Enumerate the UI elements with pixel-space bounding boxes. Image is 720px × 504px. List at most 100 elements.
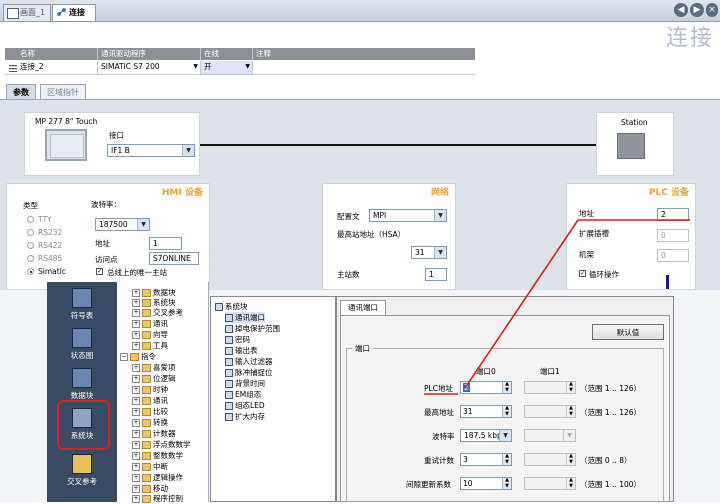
- access-point-input[interactable]: S7ONLINE: [149, 252, 199, 265]
- driver-select[interactable]: SIMATIC S7 200 ▼: [97, 61, 200, 74]
- nav-symbol-table[interactable]: 符号表: [57, 288, 107, 321]
- tree-item[interactable]: + 计数器: [132, 428, 176, 439]
- chevron-down-icon[interactable]: ▼: [434, 247, 446, 258]
- list-item[interactable]: EM组态: [225, 389, 261, 400]
- chevron-down-icon[interactable]: ▼: [182, 145, 194, 156]
- port1-gap-factor-spinner[interactable]: ▲ ▼: [524, 477, 576, 490]
- only-master-label: 总线上的唯一主站: [107, 268, 167, 277]
- tree-item[interactable]: − 指令: [120, 351, 156, 362]
- range-text: （范围 1 .. 126）: [580, 408, 642, 417]
- address-label: 地址: [95, 239, 110, 248]
- only-master-checkbox[interactable]: ✓: [96, 268, 103, 275]
- nav-cross-reference[interactable]: 交叉参考: [57, 454, 107, 487]
- tree-item[interactable]: + 时钟: [132, 384, 168, 395]
- spinner-arrows-icon: ▲ ▼: [502, 381, 511, 393]
- instruction-tree: + 数据块 + 系统块 + 交叉参考 + 通讯 + 向导 + 工具 − 指令 + 喜爱项 + 位逻…: [117, 282, 209, 504]
- connection-name-cell[interactable]: 连接_2: [17, 61, 97, 74]
- type-radio-tty[interactable]: [27, 216, 34, 223]
- nav-forward-icon[interactable]: ▶: [690, 3, 704, 17]
- plc-device-icon: [617, 133, 645, 159]
- tab-area-pointer[interactable]: 区域指针: [40, 84, 86, 99]
- baud-select[interactable]: 187500 ▼: [95, 218, 150, 231]
- port1-baud-select[interactable]: ▼: [524, 429, 576, 442]
- online-select[interactable]: 开 ▼: [200, 61, 252, 74]
- port0-gap-factor-spinner[interactable]: 10 ▲ ▼: [460, 477, 512, 490]
- column-header-online[interactable]: 在线: [200, 48, 252, 60]
- nav-status-chart[interactable]: 状态图: [57, 328, 107, 361]
- type-label-rs485: RS485: [38, 254, 63, 263]
- tab-parameters[interactable]: 参数: [6, 84, 36, 99]
- tree-item[interactable]: + 转换: [132, 417, 168, 428]
- tree-item[interactable]: + 通讯: [132, 318, 168, 329]
- rack-input[interactable]: 0: [657, 249, 689, 262]
- port1-plc-address-spinner[interactable]: ▲ ▼: [524, 381, 576, 394]
- tree-item[interactable]: + 位逻辑: [132, 373, 176, 384]
- type-radio-simatic[interactable]: [27, 268, 34, 275]
- type-radio-rs232[interactable]: [27, 229, 34, 236]
- profile-label: 配置文: [337, 212, 360, 221]
- interface-select[interactable]: IF1 B ▼: [107, 144, 195, 157]
- cyclic-operation-checkbox[interactable]: ✓: [579, 270, 586, 277]
- chevron-down-icon: ▼: [563, 430, 575, 441]
- tree-item[interactable]: + 交叉参考: [132, 307, 183, 318]
- tree-item[interactable]: + 浮点数数学: [132, 439, 191, 450]
- network-line: [200, 144, 596, 146]
- list-item[interactable]: 脉冲捕捉位: [225, 367, 273, 378]
- ext-slot-input[interactable]: 0: [657, 229, 689, 242]
- port0-max-address-spinner[interactable]: 31 ▲ ▼: [460, 405, 512, 418]
- list-item-comm-port[interactable]: 通讯端口: [225, 312, 265, 323]
- chevron-down-icon[interactable]: ▼: [137, 219, 149, 230]
- default-values-button[interactable]: 默认值: [592, 324, 664, 340]
- list-item[interactable]: 密码: [225, 334, 250, 345]
- tree-item[interactable]: + 整数数学: [132, 450, 183, 461]
- connection-table-header: 名称 通讯驱动程序 在线 注释: [5, 48, 475, 60]
- tree-item[interactable]: + 喜爱项: [132, 362, 176, 373]
- port0-retry-spinner[interactable]: 3 ▲ ▼: [460, 453, 512, 466]
- nav-data-block[interactable]: 数据块: [57, 368, 107, 401]
- tab-screen-1[interactable]: 画面_1: [3, 4, 51, 21]
- tree-item[interactable]: + 向导: [132, 329, 168, 340]
- port1-max-address-spinner[interactable]: ▲ ▼: [524, 405, 576, 418]
- master-count-input[interactable]: 1: [425, 268, 447, 281]
- port0-baud-select[interactable]: 187.5 kbps ▼: [460, 429, 512, 442]
- tree-item[interactable]: + 逻辑操作: [132, 472, 183, 483]
- nav-back-icon[interactable]: ◀: [674, 3, 688, 17]
- hsa-select[interactable]: 31 ▼: [411, 246, 447, 259]
- list-item[interactable]: 掉电保护范围: [225, 323, 280, 334]
- plc-address-input[interactable]: 2: [657, 208, 689, 221]
- tab-connections[interactable]: 连接: [52, 4, 96, 21]
- highlight-rectangle: [57, 400, 110, 450]
- ext-slot-label: 扩展插槽: [579, 229, 609, 238]
- table-row[interactable]: 连接_2 SIMATIC S7 200 ▼ 开 ▼: [5, 61, 475, 75]
- tab-comm-port[interactable]: 通讯端口: [340, 300, 386, 315]
- column-header-driver[interactable]: 通讯驱动程序: [97, 48, 200, 60]
- type-radio-rs422[interactable]: [27, 242, 34, 249]
- spinner-arrows-icon: ▲ ▼: [502, 453, 511, 465]
- column-header-name[interactable]: 名称: [17, 48, 97, 60]
- list-item[interactable]: 组态LED: [225, 400, 265, 411]
- tree-item[interactable]: + 中断: [132, 461, 168, 472]
- profile-select[interactable]: MPI ▼: [369, 209, 447, 222]
- list-item[interactable]: 扩大内存: [225, 411, 265, 422]
- spinner-arrows-icon: ▲ ▼: [566, 381, 575, 393]
- baud-label: 波特率：: [91, 200, 121, 209]
- tree-item[interactable]: + 程序控制: [132, 493, 183, 504]
- port0-plc-address-spinner[interactable]: 2 ▲ ▼: [460, 381, 512, 394]
- type-radio-rs485[interactable]: [27, 255, 34, 262]
- tree-item[interactable]: + 工具: [132, 340, 168, 351]
- close-icon[interactable]: ×: [706, 3, 718, 17]
- list-item[interactable]: 输入过滤器: [225, 356, 273, 367]
- list-item[interactable]: 输出表: [225, 345, 258, 356]
- system-block-root[interactable]: 系统块: [215, 301, 248, 312]
- tree-item[interactable]: + 比较: [132, 406, 168, 417]
- chevron-down-icon[interactable]: ▼: [434, 210, 446, 221]
- chevron-down-icon[interactable]: ▼: [193, 61, 198, 73]
- port1-retry-spinner[interactable]: ▲ ▼: [524, 453, 576, 466]
- hmi-address-input[interactable]: 1: [149, 237, 182, 250]
- cross-reference-icon: [72, 454, 92, 474]
- list-item[interactable]: 背景时间: [225, 378, 265, 389]
- chevron-down-icon[interactable]: ▼: [245, 61, 250, 73]
- column-header-comment[interactable]: 注释: [252, 48, 475, 60]
- tree-item[interactable]: + 通讯: [132, 395, 168, 406]
- comment-cell[interactable]: [252, 61, 475, 74]
